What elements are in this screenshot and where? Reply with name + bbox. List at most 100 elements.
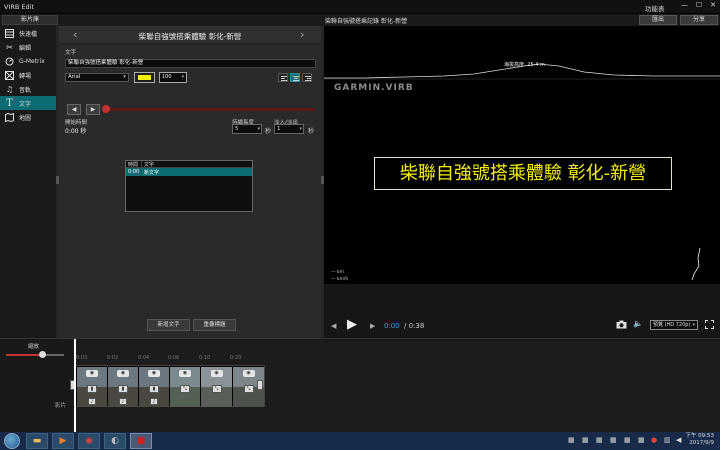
window-controls: — ☐ ✕ <box>681 1 716 9</box>
audio-icon[interactable]: ♪ <box>150 398 158 405</box>
volume-icon[interactable]: 🔈 <box>633 319 643 328</box>
video-track-label: 影片 <box>55 403 67 409</box>
close-icon[interactable]: ✕ <box>710 1 716 9</box>
prev-clip-icon[interactable]: ◀ <box>331 322 336 330</box>
network-icon[interactable]: ▥ <box>664 436 671 444</box>
volume-icon[interactable]: ◀ <box>676 436 681 444</box>
maximize-icon[interactable]: ☐ <box>696 1 702 9</box>
chevron-down-icon: ▾ <box>299 126 302 132</box>
timeline-playhead[interactable] <box>74 339 76 433</box>
tray-icon[interactable]: ▦ <box>582 436 589 444</box>
tray-icon[interactable]: ▦ <box>610 436 617 444</box>
tray-icon[interactable]: ● <box>651 436 657 444</box>
sidebar-item-text[interactable]: T 文字 <box>0 96 56 110</box>
col-text: 文字 <box>144 162 155 168</box>
title-overlay[interactable]: 柴聯自強號搭乘體驗 彰化-新營 <box>374 157 672 190</box>
preview-scrubber[interactable] <box>102 105 315 113</box>
track-map-icon <box>691 247 701 281</box>
export-button[interactable]: 匯出 <box>639 15 677 25</box>
video-controls: ◀ ▶ ▶ 0:00 / 0:38 🔈 預覽 (HD 720p) ▾ <box>324 284 720 338</box>
video-clip-strip[interactable]: ◉ ▮ ♪ ◉ ▮ ♪ ◉ ▮ ♪ ◉ ⤡ ◉ ⤡ ◉ ⤡ <box>75 365 265 407</box>
color-swatch <box>138 75 151 80</box>
transition-icon[interactable]: ▮ <box>118 385 128 393</box>
share-button[interactable]: 分享 <box>680 15 718 25</box>
overlay-title-button[interactable]: 重疊標題 <box>193 319 236 331</box>
duration-select[interactable]: 5 ▾ <box>232 124 262 134</box>
menu-button[interactable]: 功能表 <box>645 3 665 13</box>
duration-unit: 秒 <box>265 128 272 135</box>
table-row[interactable]: 0:00 新文字 <box>126 168 252 176</box>
time-tick: 0:02 <box>107 355 119 361</box>
panel-header: ‹ 柴聯自強號搭乘體驗 彰化-新營 › <box>59 26 321 44</box>
virb-edit-window: VIRB Edit 功能表 — ☐ ✕ 影片庫 柴聯自強號搭乘記錄 彰化-新營 … <box>0 0 720 450</box>
tray-icon[interactable]: ▦ <box>624 436 631 444</box>
align-right-button[interactable] <box>302 73 312 82</box>
camera-icon: ◉ <box>86 370 98 377</box>
video-clip[interactable]: ◉ ⤡ <box>170 367 200 407</box>
minimize-icon[interactable]: — <box>681 1 688 9</box>
align-center-button[interactable] <box>290 73 300 82</box>
text-input[interactable]: 柴聯自強號搭乘體驗 彰化-新營 <box>65 59 316 68</box>
audio-icon[interactable]: ♪ <box>88 398 96 405</box>
scrubber-handle[interactable] <box>102 105 110 113</box>
transition-icon[interactable]: ⤡ <box>243 385 254 393</box>
clock-time: 下午 09:53 <box>685 433 714 439</box>
elevation-label: 海拔高度: 25.4 m <box>504 62 545 68</box>
sidebar-item-map[interactable]: 地圖 <box>0 110 56 124</box>
transition-icon[interactable]: ⤡ <box>211 385 222 393</box>
library-tab[interactable]: 影片庫 <box>2 15 58 25</box>
video-clip[interactable]: ◉ ▮ ♪ <box>77 367 107 407</box>
quality-select[interactable]: 預覽 (HD 720p) ▾ <box>650 320 698 330</box>
audio-icon[interactable]: ♪ <box>119 398 127 405</box>
transition-icon[interactable]: ▮ <box>149 385 159 393</box>
sidebar-item-label: 編輯 <box>19 44 32 52</box>
transition-icon[interactable]: ▮ <box>87 385 97 393</box>
virb-icon: ■ <box>136 436 146 446</box>
transition-icon[interactable]: ⤡ <box>180 385 190 393</box>
start-button[interactable] <box>4 433 20 449</box>
text-panel: ‹ 柴聯自強號搭乘體驗 彰化-新營 › 文字 柴聯自強號搭乘體驗 彰化-新營 A… <box>59 26 321 338</box>
camera-icon[interactable] <box>616 320 627 331</box>
taskbar-media[interactable]: ▶ <box>52 433 74 449</box>
sidebar-item-transition[interactable]: 轉場 <box>0 68 56 82</box>
taskbar-explorer[interactable]: ▬ <box>26 433 48 449</box>
taskbar-virb[interactable]: ■ <box>130 433 152 449</box>
video-clip[interactable]: ◉ ▮ ♪ <box>139 367 169 407</box>
zoom-slider-handle[interactable] <box>39 351 46 358</box>
app-title: VIRB Edit <box>4 3 34 11</box>
current-time: 0:00 <box>384 322 400 330</box>
next-arrow-icon[interactable]: › <box>300 28 304 41</box>
video-clip[interactable]: ◉ ▮ ♪ <box>108 367 138 407</box>
sidebar-item-gmetrix[interactable]: G-Metrix <box>0 54 56 68</box>
sidebar-item-quick[interactable]: 快速檔 <box>0 26 56 40</box>
play-icon[interactable]: ▶ <box>347 317 357 332</box>
taskbar-app[interactable]: ◐ <box>104 433 126 449</box>
next-frame-icon[interactable]: ▶ <box>370 322 375 330</box>
chevron-down-icon: ▾ <box>257 126 260 132</box>
duration-value: 5 <box>235 126 239 132</box>
video-clip[interactable]: ◉ ⤡ <box>201 367 232 407</box>
clip-end-handle[interactable] <box>257 380 263 390</box>
prev-frame-button[interactable]: ◀ <box>67 104 81 115</box>
text-icon: T <box>6 97 13 109</box>
play-preview-button[interactable]: ▶ <box>86 104 100 115</box>
tray-icon[interactable]: ▦ <box>596 436 603 444</box>
video-title: 柴聯自強號搭乘記錄 彰化-新營 <box>325 18 408 25</box>
align-left-button[interactable] <box>278 73 288 82</box>
font-select[interactable]: Arial ▾ <box>65 73 129 82</box>
sidebar-item-edit[interactable]: ✂ 編輯 <box>0 40 56 54</box>
chrome-icon: ◉ <box>85 436 93 446</box>
sidebar-item-label: G-Metrix <box>19 57 45 65</box>
fullscreen-icon[interactable] <box>705 320 714 331</box>
sidebar-item-label: 文字 <box>19 100 32 108</box>
tray-icon[interactable]: ▦ <box>568 436 575 444</box>
sidebar-item-audio[interactable]: ♫ 音軌 <box>0 82 56 96</box>
fade-select[interactable]: 1 ▾ <box>274 124 304 134</box>
taskbar-clock[interactable]: 下午 09:53 2017/9/9 <box>685 433 714 447</box>
taskbar-chrome[interactable]: ◉ <box>78 433 100 449</box>
add-text-button[interactable]: 新增文字 <box>147 319 190 331</box>
font-size-select[interactable]: 100 ▾ <box>159 72 187 83</box>
text-color-picker[interactable] <box>134 72 155 83</box>
total-time: / 0:38 <box>404 322 425 330</box>
tray-icon[interactable]: ▦ <box>638 436 645 444</box>
